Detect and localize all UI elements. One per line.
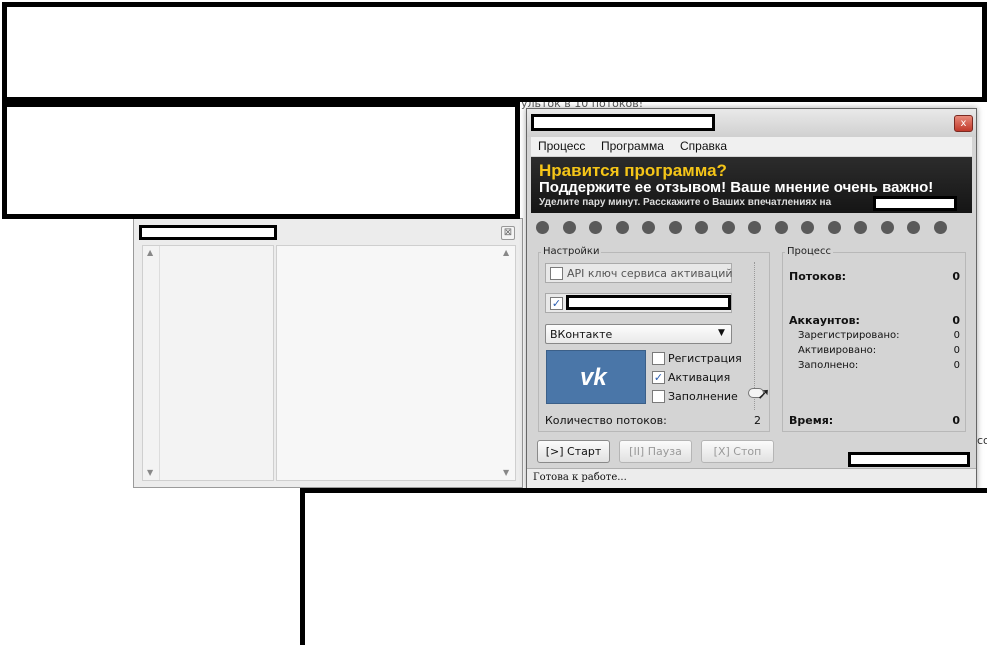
indicator-dot <box>536 221 549 234</box>
scroll-up-icon[interactable]: ▲ <box>503 248 509 257</box>
list-pane-right[interactable]: ▲ ▼ <box>276 245 516 481</box>
option-filling[interactable]: Заполнение <box>652 390 742 405</box>
mouse-cursor-icon: ➚ <box>757 384 771 403</box>
indicator-dot <box>801 221 814 234</box>
api-key-field[interactable]: API ключ сервиса активаций <box>545 263 733 283</box>
option-field[interactable]: ✓ <box>545 293 732 313</box>
process-title: Процесс <box>785 246 833 257</box>
indicator-dot <box>907 221 920 234</box>
close-icon[interactable]: ⊠ <box>501 226 515 240</box>
indicator-dot <box>748 221 761 234</box>
indicator-dot <box>827 221 841 234</box>
pause-button[interactable]: [II] Пауза <box>619 440 692 463</box>
indicator-dot <box>562 221 576 234</box>
indicator-dot <box>615 221 629 234</box>
activated-stat-value: 0 <box>953 345 960 356</box>
indicator-dot <box>589 221 602 234</box>
option-registration[interactable]: Регистрация <box>652 352 742 367</box>
status-text: Готова к работе... <box>533 472 627 483</box>
activation-checkbox[interactable]: ✓ <box>652 371 665 384</box>
filled-stat-value: 0 <box>953 360 960 371</box>
menu-program[interactable]: Программа <box>601 139 664 153</box>
filling-checkbox[interactable] <box>652 390 665 403</box>
background-window: ⊠ ▲ ▼ ▲ ▼ <box>133 218 523 488</box>
banner-link-redacted[interactable] <box>873 196 957 211</box>
banner-caption: Уделите пару минут. Расскажите о Ваших в… <box>539 197 832 208</box>
threads-count-label: Количество потоков: <box>545 414 667 427</box>
threads-count-value: 2 <box>754 414 761 427</box>
api-key-checkbox[interactable] <box>550 267 563 280</box>
activation-label: Активация <box>668 371 731 384</box>
scroll-down-icon[interactable]: ▼ <box>147 468 153 477</box>
settings-title: Настройки <box>541 246 602 257</box>
list-pane-left[interactable]: ▲ ▼ <box>142 245 274 481</box>
vk-logo-text: vk <box>580 364 607 391</box>
background-right-fragment: co <box>977 434 987 447</box>
redacted-left-block <box>2 102 520 219</box>
option-label-redacted <box>566 295 731 310</box>
accounts-stat-label: Аккаунтов: <box>789 314 860 327</box>
bottom-link-redacted[interactable] <box>848 452 970 467</box>
menu-help[interactable]: Справка <box>680 139 727 153</box>
accounts-stat-value: 0 <box>952 314 960 327</box>
filled-stat-label: Заполнено: <box>798 360 859 371</box>
api-key-label: API ключ сервиса активаций <box>567 267 733 280</box>
threads-stat-label: Потоков: <box>789 270 847 283</box>
indicator-dot <box>642 221 655 234</box>
option-activation[interactable]: ✓ Активация <box>652 371 742 386</box>
indicator-row <box>531 213 972 243</box>
indicator-dot <box>854 221 867 234</box>
registered-stat-label: Зарегистрировано: <box>798 330 900 341</box>
registered-stat-value: 0 <box>953 330 960 341</box>
redacted-header-block <box>2 2 987 102</box>
window-title-redacted <box>139 225 277 240</box>
banner-subheadline: Поддержите ее отзывом! Ваше мнение очень… <box>539 179 934 196</box>
scrollbar-track <box>159 246 160 480</box>
scroll-down-icon[interactable]: ▼ <box>503 468 509 477</box>
time-stat-label: Время: <box>789 414 834 427</box>
registration-label: Регистрация <box>668 352 742 365</box>
indicator-dot <box>695 221 708 234</box>
chevron-down-icon[interactable]: ▼ <box>718 328 725 338</box>
indicator-dot <box>933 221 947 234</box>
option-checkbox[interactable]: ✓ <box>550 297 563 310</box>
indicator-dot <box>721 221 735 234</box>
time-stat-value: 0 <box>952 414 960 427</box>
service-select-value: ВКонтакте <box>550 328 613 341</box>
threads-stat-value: 0 <box>952 270 960 283</box>
menu-bar: Процесс Программа Справка <box>531 137 972 156</box>
start-button[interactable]: [>] Старт <box>537 440 610 463</box>
status-bar: Готова к работе... <box>527 468 976 488</box>
registration-checkbox[interactable] <box>652 352 665 365</box>
indicator-dot <box>880 221 894 234</box>
service-select[interactable]: ВКонтакте ▼ <box>545 324 732 344</box>
activated-stat-label: Активировано: <box>798 345 877 356</box>
scroll-up-icon[interactable]: ▲ <box>147 248 153 257</box>
indicator-dot <box>668 221 682 234</box>
menu-process[interactable]: Процесс <box>538 139 585 153</box>
app-title-redacted <box>531 114 715 131</box>
indicator-dot <box>774 221 788 234</box>
filling-label: Заполнение <box>668 390 738 403</box>
feedback-banner[interactable]: Нравится программа? Поддержите ее отзыво… <box>531 157 972 213</box>
vk-logo-icon: vk <box>546 350 646 404</box>
redacted-bottom-block <box>300 488 987 645</box>
banner-headline: Нравится программа? <box>539 161 727 180</box>
stop-button[interactable]: [X] Стоп <box>701 440 774 463</box>
close-icon[interactable]: x <box>954 115 973 132</box>
